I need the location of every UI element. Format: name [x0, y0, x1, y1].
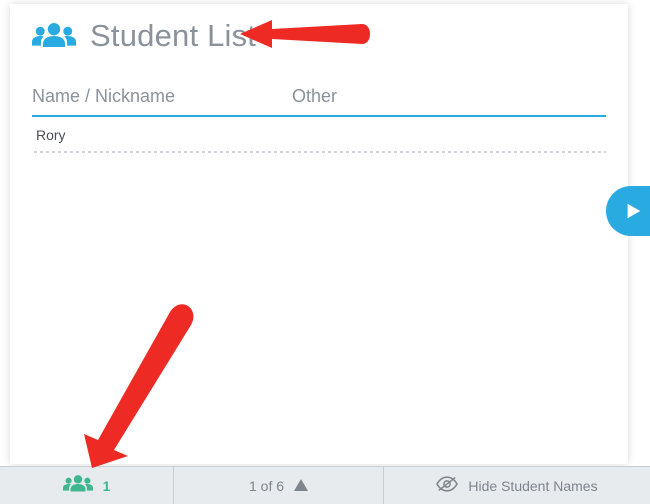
student-count-button[interactable]: 1: [0, 467, 174, 504]
student-list-panel: Student List Name / Nickname Other Rory: [10, 4, 628, 464]
panel-header: Student List: [10, 4, 628, 64]
hide-names-button[interactable]: Hide Student Names: [384, 467, 650, 504]
pager-up-button[interactable]: [294, 478, 308, 494]
triangle-up-icon: [294, 478, 308, 494]
next-button[interactable]: [606, 186, 650, 236]
people-icon: [32, 21, 76, 51]
footer-bar: 1 1 of 6 Hide Student Names: [0, 466, 650, 504]
table-body: Rory: [32, 117, 606, 153]
panel-title: Student List: [90, 18, 256, 54]
pager-text: 1 of 6: [249, 478, 284, 494]
column-header-other[interactable]: Other: [292, 86, 606, 107]
table-header-row: Name / Nickname Other: [32, 86, 606, 117]
eye-off-icon: [436, 475, 458, 496]
cell-other: [296, 127, 602, 143]
play-icon: [618, 202, 642, 220]
hide-names-label: Hide Student Names: [468, 478, 597, 494]
app-stage: Student List Name / Nickname Other Rory: [0, 0, 650, 504]
cell-name: Rory: [36, 127, 296, 143]
table-row[interactable]: Rory: [32, 117, 606, 153]
column-header-name[interactable]: Name / Nickname: [32, 86, 292, 107]
people-icon: [63, 474, 93, 497]
pager: 1 of 6: [174, 467, 384, 504]
student-count-value: 1: [103, 478, 111, 494]
